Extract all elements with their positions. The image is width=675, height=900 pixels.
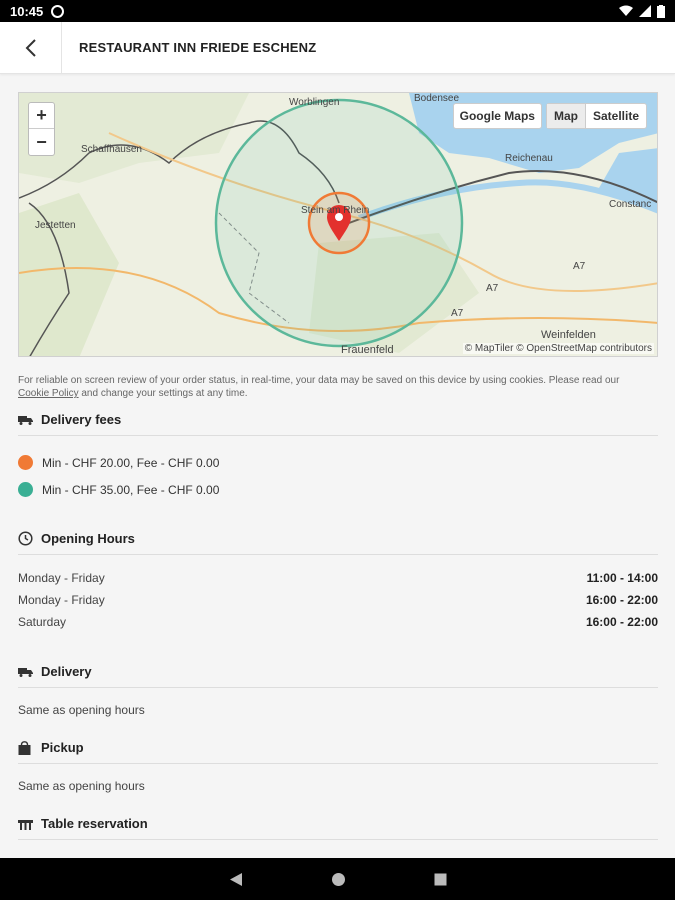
place-label: Frauenfeld [341, 344, 394, 356]
delivery-fees-section: Delivery fees Min - CHF 20.00, Fee - CHF… [18, 412, 658, 503]
fee-label: Min - CHF 35.00, Fee - CHF 0.00 [42, 482, 220, 497]
place-label: A7 [451, 308, 464, 319]
hours-row: Saturday 16:00 - 22:00 [18, 611, 658, 633]
signal-icon [639, 5, 651, 17]
fee-row: Min - CHF 20.00, Fee - CHF 0.00 [18, 449, 658, 476]
opening-hours-section: Opening Hours Monday - Friday 11:00 - 14… [18, 531, 658, 633]
teal-dot-icon [18, 482, 33, 497]
arrow-left-icon [25, 38, 36, 57]
place-label: A7 [486, 283, 499, 294]
hours-day: Monday - Friday [18, 593, 105, 607]
battery-icon [657, 4, 665, 18]
back-triangle-icon[interactable] [229, 872, 243, 887]
delivery-fees-title: Delivery fees [41, 412, 122, 427]
place-label: Jestetten [35, 220, 76, 231]
wifi-icon [619, 5, 633, 16]
hours-time: 11:00 - 14:00 [586, 571, 658, 585]
place-label: Constanc [609, 199, 652, 210]
zoom-control: + − [28, 102, 55, 156]
place-label: Reichenau [505, 153, 553, 164]
main-content: Worblingen Bodensee Schaffhausen Reichen… [18, 92, 658, 840]
home-circle-icon[interactable] [331, 872, 346, 887]
section-header: Opening Hours [18, 531, 658, 555]
table-icon [18, 818, 34, 830]
clock-icon [18, 531, 34, 546]
place-label: A7 [573, 261, 586, 272]
place-label: Weinfelden [541, 329, 596, 341]
place-label: Stein am Rhein [301, 205, 370, 216]
map-attribution: © MapTiler © OpenStreetMap contributors [462, 343, 654, 354]
hours-time: 16:00 - 22:00 [585, 593, 658, 607]
cookie-policy-link[interactable]: Cookie Policy [18, 388, 79, 399]
delivery-title: Delivery [41, 664, 92, 679]
orange-dot-icon [18, 455, 33, 470]
truck-icon [18, 667, 34, 677]
status-time: 10:45 [10, 3, 44, 19]
notification-icon [51, 4, 65, 18]
zoom-in-button[interactable]: + [29, 103, 54, 129]
delivery-section: Delivery Same as opening hours [18, 664, 658, 717]
status-bar: 10:45 [0, 0, 675, 22]
section-header: Delivery fees [18, 412, 658, 436]
hours-time: 16:00 - 22:00 [585, 615, 658, 629]
map-canvas [19, 93, 657, 356]
hours-day: Monday - Friday [18, 571, 105, 585]
table-reservation-section: Table reservation [18, 816, 658, 840]
map-type-controls: Google Maps Map Satellite [452, 103, 647, 129]
hours-row: Monday - Friday 11:00 - 14:00 [18, 567, 658, 589]
section-header: Delivery [18, 664, 658, 688]
delivery-text: Same as opening hours [18, 703, 145, 717]
hours-row: Monday - Friday 16:00 - 22:00 [18, 589, 658, 611]
cookie-text: For reliable on screen review of your or… [18, 375, 620, 386]
opening-hours-title: Opening Hours [41, 531, 135, 546]
system-nav-bar [0, 858, 675, 900]
section-header: Pickup [18, 740, 658, 764]
app-bar: RESTAURANT INN FRIEDE ESCHENZ [0, 21, 675, 74]
pickup-title: Pickup [41, 740, 84, 755]
map-view-button[interactable]: Map [546, 104, 586, 128]
satellite-view-button[interactable]: Satellite [586, 104, 646, 128]
table-reservation-title: Table reservation [41, 816, 148, 831]
pickup-text: Same as opening hours [18, 779, 145, 793]
place-label: Schaffhausen [81, 144, 142, 155]
section-header: Table reservation [18, 816, 658, 840]
shopping-bag-icon [18, 740, 34, 755]
cookie-text-2: and change your settings at any time. [81, 388, 248, 399]
pickup-section: Pickup Same as opening hours [18, 740, 658, 793]
map[interactable]: Worblingen Bodensee Schaffhausen Reichen… [18, 92, 658, 357]
google-maps-button[interactable]: Google Maps [452, 103, 542, 129]
zoom-out-button[interactable]: − [29, 129, 54, 155]
cookie-notice: For reliable on screen review of your or… [18, 374, 658, 400]
back-button[interactable] [0, 21, 62, 74]
truck-icon [18, 415, 34, 425]
map-type-group: Map Satellite [545, 103, 647, 129]
place-label: Worblingen [289, 97, 340, 108]
fee-row: Min - CHF 35.00, Fee - CHF 0.00 [18, 476, 658, 503]
hours-day: Saturday [18, 615, 67, 629]
page-title: RESTAURANT INN FRIEDE ESCHENZ [79, 40, 317, 55]
recents-square-icon[interactable] [434, 873, 447, 886]
fee-label: Min - CHF 20.00, Fee - CHF 0.00 [42, 455, 220, 470]
